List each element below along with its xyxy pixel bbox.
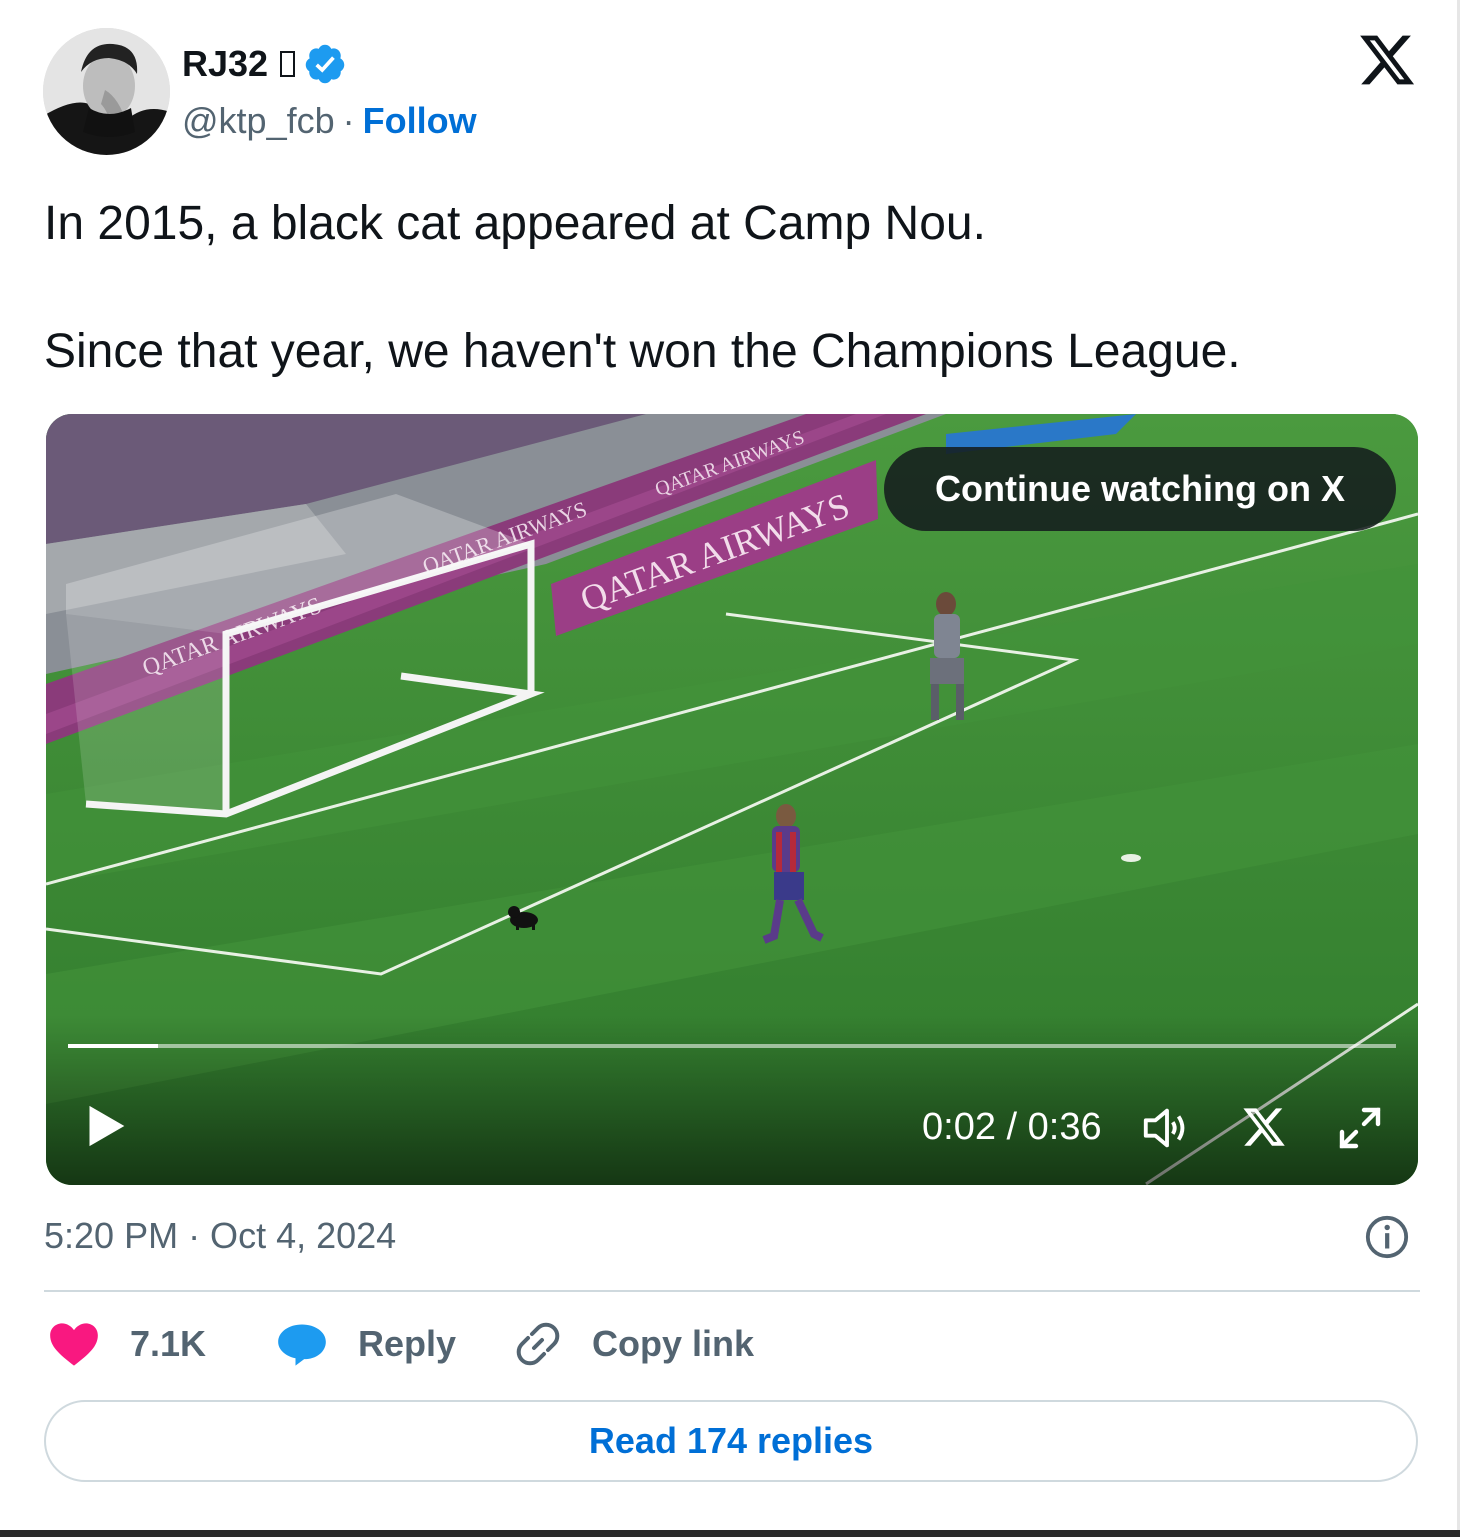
follow-button[interactable]: Follow	[363, 100, 477, 142]
author-handle-row: @ktp_fcb · Follow	[182, 100, 477, 142]
heart-icon	[50, 1323, 98, 1366]
play-icon[interactable]	[84, 1102, 128, 1150]
divider	[44, 1290, 1420, 1292]
controls-gradient	[46, 1015, 1418, 1185]
reply-button[interactable]: Reply	[276, 1320, 456, 1368]
tweet-embed-card: RJ32 @ktp_fcb · Follow In 2015, a black …	[0, 0, 1460, 1530]
author-display-name[interactable]: RJ32	[182, 43, 268, 85]
x-logo-icon[interactable]	[1356, 30, 1418, 90]
x-logo-icon[interactable]	[1240, 1104, 1288, 1150]
copy-link-button[interactable]: Copy link	[514, 1320, 754, 1368]
like-button[interactable]: 7.1K	[48, 1320, 206, 1368]
like-count: 7.1K	[130, 1323, 207, 1364]
reply-label: Reply	[358, 1323, 457, 1364]
link-icon	[516, 1322, 560, 1366]
speech-bubble-icon	[278, 1324, 326, 1366]
emoji-glyph-icon	[280, 51, 296, 77]
tweet-text: In 2015, a black cat appeared at Camp No…	[44, 192, 1424, 384]
avatar-photo	[43, 28, 170, 155]
tweet-paragraph: In 2015, a black cat appeared at Camp No…	[44, 197, 986, 250]
video-progress-bar[interactable]	[68, 1044, 1396, 1048]
tweet-timestamp[interactable]: 5:20 PM · Oct 4, 2024	[44, 1215, 396, 1257]
video-progress-fill	[68, 1044, 159, 1048]
video-player[interactable]: QATAR AIRWAYS QATAR AIRWAYS QATAR AIRWAY…	[46, 414, 1418, 1185]
window-bottom-edge	[0, 1530, 1460, 1537]
read-replies-button[interactable]: Read 174 replies	[44, 1400, 1418, 1482]
verified-badge-icon	[305, 44, 345, 84]
author-name-row[interactable]: RJ32	[182, 42, 347, 86]
avatar[interactable]	[43, 28, 170, 155]
copy-link-label: Copy link	[592, 1323, 755, 1364]
handle-separator: ·	[342, 100, 355, 141]
volume-icon[interactable]	[1140, 1104, 1194, 1152]
info-icon[interactable]	[1364, 1214, 1410, 1260]
video-time: 0:02 / 0:36	[922, 1106, 1102, 1148]
continue-watching-button[interactable]: Continue watching on X	[884, 447, 1396, 531]
fullscreen-icon[interactable]	[1336, 1104, 1384, 1152]
author-handle[interactable]: @ktp_fcb	[182, 100, 335, 142]
tweet-paragraph: Since that year, we haven't won the Cham…	[44, 325, 1241, 378]
